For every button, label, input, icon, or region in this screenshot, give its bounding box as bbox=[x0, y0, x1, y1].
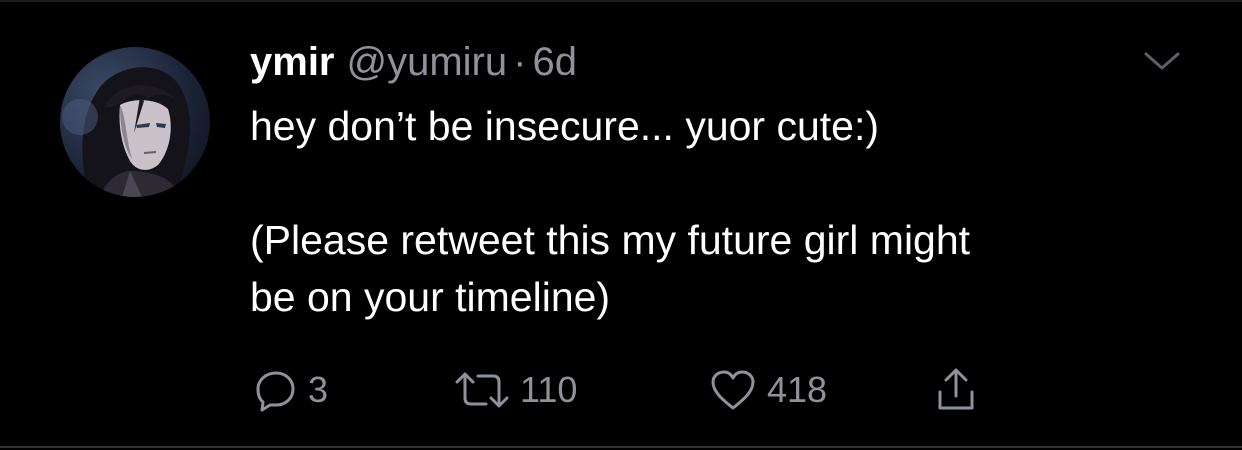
tweet-text-line: be on your timeline) bbox=[250, 274, 611, 320]
bottom-divider bbox=[0, 446, 1242, 448]
like-button[interactable]: 418 bbox=[709, 364, 827, 416]
heart-icon bbox=[711, 370, 755, 410]
tweet-menu-button[interactable] bbox=[1140, 44, 1184, 76]
avatar[interactable] bbox=[60, 47, 210, 197]
retweet-icon bbox=[455, 372, 509, 408]
tweet-header: ymir @yumiru · 6d bbox=[250, 34, 577, 90]
chevron-down-icon bbox=[1144, 52, 1180, 70]
reply-icon bbox=[256, 371, 295, 412]
paragraph-break bbox=[250, 155, 1190, 212]
avatar-image bbox=[62, 67, 190, 197]
tweet-action-bar: 3 110 418 bbox=[254, 364, 1014, 416]
like-count: 418 bbox=[767, 369, 828, 410]
retweet-button[interactable]: 110 bbox=[454, 364, 577, 416]
tweet-text-line: hey don’t be insecure... yuor cute:) bbox=[250, 103, 880, 149]
display-name[interactable]: ymir bbox=[250, 34, 335, 90]
tweet-text-line: (Please retweet this my future girl migh… bbox=[250, 217, 971, 263]
share-icon bbox=[938, 368, 974, 410]
top-divider bbox=[0, 0, 1242, 2]
user-handle[interactable]: @yumiru bbox=[347, 34, 508, 90]
reply-button[interactable]: 3 bbox=[254, 364, 328, 416]
share-button[interactable] bbox=[934, 364, 978, 416]
separator-dot: · bbox=[513, 40, 527, 84]
tweet-age[interactable]: 6d bbox=[532, 34, 577, 90]
retweet-count: 110 bbox=[520, 369, 578, 410]
reply-count: 3 bbox=[308, 369, 329, 410]
tweet-body: hey don’t be insecure... yuor cute:) (Pl… bbox=[250, 98, 1190, 326]
